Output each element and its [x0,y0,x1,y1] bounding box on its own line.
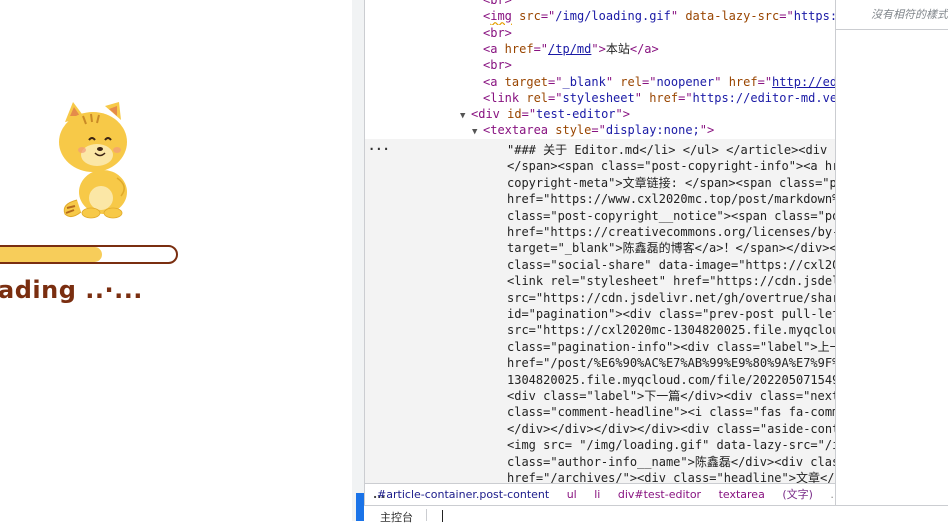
text-node-line: <div class="label">下一篇</div><div class="… [507,389,836,403]
dom-token: <br> [483,0,512,7]
breadcrumb-item-text[interactable]: (文字) [782,484,813,505]
dom-token: =" [521,107,537,122]
dom-node-row[interactable]: ▼ <textarea style="display:none;"> [365,122,835,139]
dom-token: test-editor [536,107,616,122]
text-node-line: <link rel="stylesheet" href="https://cdn… [507,274,836,289]
elements-tree-panel: <br> <img src="/img/loading.gif" data-laz… [364,0,836,521]
expand-triangle-icon[interactable]: ▼ [460,108,471,123]
dom-token: =" [533,41,549,56]
dom-token: id [499,107,522,122]
node-ellipsis[interactable]: ... [368,139,390,153]
dom-token: /tp/md [548,41,592,56]
dom-token: data-lazy-src [678,9,780,24]
dom-token: target [497,74,549,89]
breadcrumb-item-textarea[interactable]: textarea [719,484,765,505]
dom-node-row[interactable]: <br> [365,25,835,42]
console-input-caret[interactable] [442,510,443,522]
text-node-line: src="https://cdn.jsdelivr.net/gh/overtru… [507,290,836,305]
breadcrumb-item-div-test-editor[interactable]: div#test-editor [618,484,701,505]
console-drawer-tab[interactable]: 主控台 [364,505,948,525]
dom-token: /img/loading.gif [555,9,671,24]
text-node-line: copyright-meta">文章链接: </span><span class… [507,175,836,190]
loading-progress-fill [0,247,103,262]
console-divider [426,509,427,521]
loading-text: ading ..·... [0,276,143,304]
dom-token: https://editor-md.vercel. [692,90,835,105]
text-node-line: <img src= "/img/loading.gif" data-lazy-s… [507,438,836,453]
dom-token: noopener [656,74,715,89]
dom-token: https://cxl [793,9,835,24]
dom-token: href [497,41,534,56]
dom-token: src [511,9,541,24]
text-node-line: href="/post/%E6%90%AC%E7%AB%99%E9%80%9A%… [507,356,836,371]
dom-node-row[interactable]: <img src="/img/loading.gif" data-lazy-sr… [365,8,835,25]
dom-token: " [605,74,614,89]
dom-token: =" [641,74,657,89]
dom-token: display:none; [605,123,700,138]
dom-token: "> [615,107,630,122]
dom-token: =" [548,74,563,89]
text-node-line: </span><span class="post-copyright-info"… [507,159,836,174]
page-preview: ading ..·... [0,0,352,521]
dom-token: "> [699,123,715,138]
dom-token: http://editor. [772,74,835,89]
dom-token: stylesheet [562,90,635,105]
breadcrumb-item-article-container[interactable]: #article-container.post-content [377,484,549,505]
styles-pane: 沒有相符的樣式 [836,0,948,505]
dom-token: style [548,123,592,138]
text-node-line: class="comment-headline"><i class="fas f… [507,405,836,420]
console-tab-label[interactable]: 主控台 [380,509,413,525]
dom-token: href [641,90,679,105]
text-node-line: 1304820025.file.myqcloud.com/file/202205… [507,372,836,387]
breadcrumb-item-li[interactable]: li [594,484,600,505]
text-node-line: id="pagination"><div class="prev-post pu… [507,307,836,321]
dom-node-row[interactable]: ▼ <div id="test-editor"> [365,106,835,123]
breadcrumb: ... #article-container.post-content ul l… [364,483,836,505]
text-node-line: class="social-share" data-image="https:/… [507,257,836,272]
dom-token: <textarea [483,123,549,138]
dom-token: =" [678,90,693,105]
text-node-line: href="https://creativecommons.org/licens… [507,225,836,239]
dom-node-row[interactable]: <a target="_blank" rel="noopener" href="… [365,74,835,91]
scroll-thumb[interactable] [356,493,364,521]
dom-node-row[interactable]: <link rel="stylesheet" href="https://edi… [365,90,835,107]
dom-node-row[interactable]: <br> [365,0,835,9]
dom-token: =" [540,9,556,24]
dom-node-row[interactable]: <br> [365,57,835,74]
no-matching-styles-text: 沒有相符的樣式 [836,0,948,30]
text-node-line: "### 关于 Editor.md</li> </ul> </article><… [507,143,836,157]
text-node-line: class="author-info__name">陈鑫磊</div><div … [507,454,836,469]
text-node-line: src="https://cxl2020mc-1304820025.file.m… [507,323,836,338]
dom-token: rel [613,74,642,89]
dom-token: =" [591,123,606,138]
text-node-line: class="pagination-info"><div class="labe… [507,339,836,354]
dom-node-row[interactable]: <a href="/tp/md">本站</a> [365,41,835,58]
dom-token: </a> [629,41,659,56]
dom-token: "> [591,41,606,56]
dom-token: =" [548,90,563,105]
dom-token: =" [779,9,794,24]
dom-token: <link [483,90,520,105]
loading-progress-bar [0,245,178,264]
panel-divider[interactable] [352,0,364,521]
text-node-line: </div></div></div></div><div class="asid… [507,421,836,436]
dom-token: " [634,90,642,105]
dom-token: <br> [483,58,512,73]
expand-triangle-icon[interactable]: ▼ [472,124,483,139]
dom-token: rel [519,90,549,105]
dom-token: 本站 [605,41,630,56]
dom-token: <div [471,107,500,122]
dom-token: =" [757,74,773,89]
dom-token: <a [483,74,498,89]
dom-token: <br> [483,25,512,40]
text-node-line: href="https://www.cxl2020mc.top/post/mar… [507,192,836,207]
dom-token: href [721,74,758,89]
text-node-line: target="_blank">陈鑫磊的博客</a>！</span></div>… [507,241,836,256]
dom-token: _blank [562,74,606,89]
dom-token: <a [483,41,498,56]
dom-token: img [490,9,512,24]
breadcrumb-item-ul[interactable]: ul [567,484,577,505]
text-node-line: class="post-copyright__notice"><span cla… [507,208,836,223]
cat-mascot-icon [59,102,127,219]
